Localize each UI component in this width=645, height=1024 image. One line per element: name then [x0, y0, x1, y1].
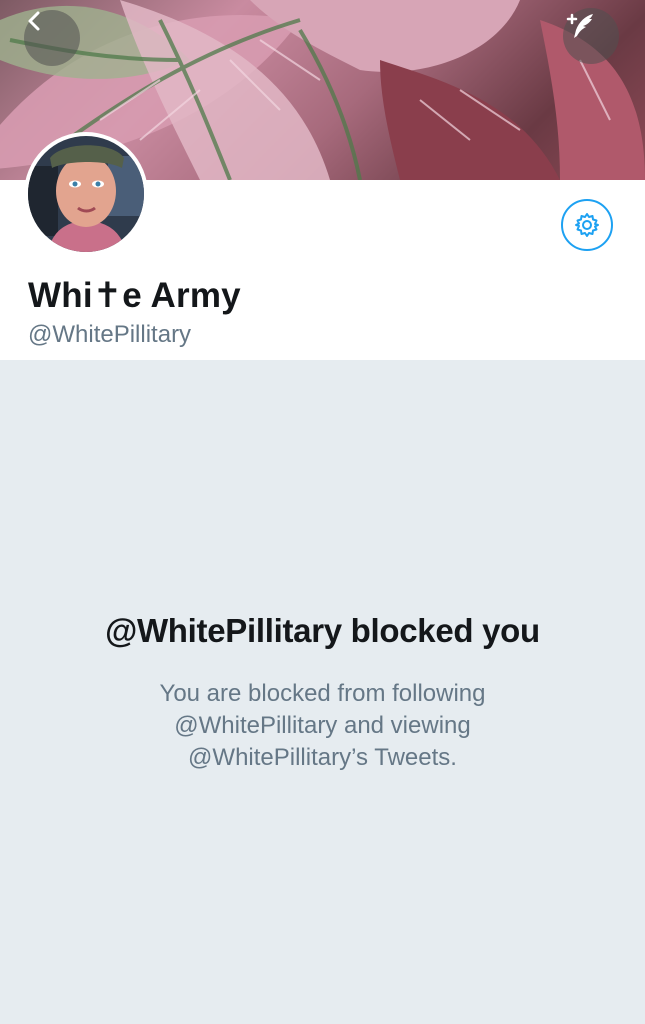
- compose-tweet-button[interactable]: [563, 8, 619, 64]
- blocked-title: @WhitePillitary blocked you: [105, 612, 540, 649]
- avatar-image: [28, 136, 144, 252]
- blocked-message: You are blocked from following @WhitePil…: [159, 680, 486, 771]
- profile-display-name: Whi✝e Army: [28, 276, 241, 315]
- avatar[interactable]: [24, 132, 148, 256]
- chevron-left-icon: [28, 11, 40, 31]
- back-button[interactable]: [24, 10, 80, 66]
- profile-handle: @WhitePillitary: [28, 321, 192, 348]
- compose-tweet-icon: [566, 13, 593, 38]
- gear-icon: [575, 213, 599, 237]
- profile-settings-button[interactable]: [561, 199, 613, 251]
